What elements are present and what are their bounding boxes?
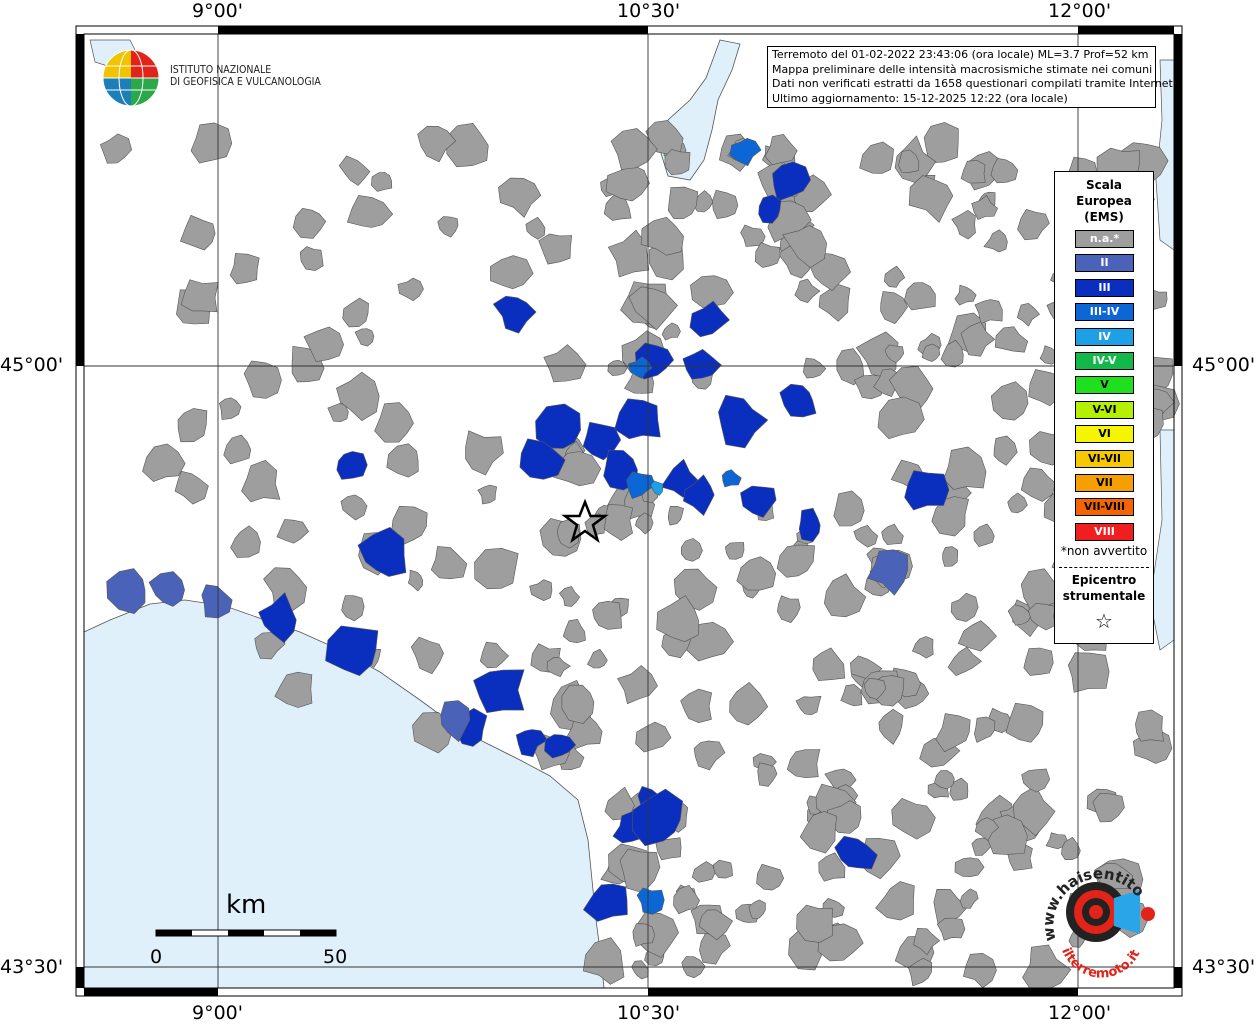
legend-title-2: Europea	[1076, 194, 1132, 208]
municipality-na	[1067, 652, 1110, 693]
municipality-iii-22	[904, 470, 950, 511]
legend-item-3: III-IV	[1075, 303, 1134, 322]
scale-unit: km	[226, 890, 267, 920]
municipality-na	[1135, 709, 1164, 742]
legend-epi-2: strumentale	[1062, 589, 1146, 603]
legend-item-12: VIII	[1075, 522, 1134, 541]
scale-end: 50	[323, 946, 348, 968]
svg-text:www.haisentito: www.haisentito	[1040, 870, 1148, 943]
lon-label-bottom-2: 10°30'	[617, 1002, 681, 1024]
municipality-na	[474, 547, 519, 590]
lat-label-left-2: 43°30'	[0, 956, 64, 978]
legend-title: Scala Europea (EMS)	[1055, 177, 1153, 225]
svg-text:ilterremoto.it: ilterremoto.it	[1058, 946, 1143, 980]
event-line-2: Mappa preliminare delle intensità macros…	[772, 62, 1153, 76]
logo-line-2: DI GEOFISICA E VULCANOLOGIA	[170, 76, 321, 88]
lat-label-right-1: 45°00'	[1192, 354, 1256, 376]
legend-item-9: VI-VII	[1075, 449, 1134, 468]
legend-item-8: VI	[1075, 425, 1134, 444]
legend-item-11: VII-VIII	[1075, 498, 1134, 517]
event-line-4: Ultimo aggiornamento: 15-12-2025 12:22 (…	[772, 91, 1068, 105]
logo-line-1: ISTITUTO NAZIONALE	[170, 64, 272, 76]
municipality-na	[664, 149, 691, 176]
event-line-1: Terremoto del 01-02-2022 23:43:06 (ora l…	[772, 48, 1149, 61]
legend-title-1: Scala	[1085, 178, 1123, 192]
legend-item-1: II	[1075, 254, 1134, 273]
lon-label-top-3: 12°00'	[1048, 0, 1112, 22]
lat-label-right-2: 43°30'	[1192, 956, 1256, 978]
municipality-na	[370, 172, 393, 192]
ingv-logo-text: ISTITUTO NAZIONALE DI GEOFISICA E VULCAN…	[170, 64, 321, 88]
lon-label-top-2: 10°30'	[617, 0, 681, 22]
legend-item-0: n.a.*	[1075, 230, 1134, 248]
legend-title-3: (EMS)	[1084, 210, 1124, 224]
legend-note: *non avvertito	[1060, 544, 1148, 558]
event-line-3: Dati non verificati estratti da 1658 que…	[772, 77, 1177, 90]
event-info-box: Terremoto del 01-02-2022 23:43:06 (ora l…	[767, 46, 1177, 108]
lon-label-bottom-3: 12°00'	[1048, 1002, 1112, 1024]
legend-item-4: IV	[1075, 327, 1134, 346]
scale-bar	[155, 929, 337, 937]
legend-item-6: V	[1075, 376, 1134, 395]
legend-item-2: III	[1075, 278, 1134, 297]
municipality-na	[724, 542, 745, 560]
municipality-na	[229, 253, 260, 285]
lat-label-left-1: 45°00'	[0, 354, 64, 376]
ems-legend: Scala Europea (EMS) n.a.* II III III-IV IV IV…	[1054, 171, 1154, 644]
hsit-logo-text: www.haisentito ilterremoto.it	[1040, 870, 1148, 980]
scale-start: 0	[150, 946, 163, 968]
municipality-na	[632, 923, 656, 947]
legend-separator	[1059, 567, 1149, 568]
municipality-na	[1023, 647, 1054, 676]
municipality-na	[942, 546, 959, 567]
legend-item-10: VII	[1075, 474, 1134, 492]
legend-item-5: IV-V	[1075, 352, 1134, 370]
legend-item-7: V-VI	[1075, 400, 1134, 419]
hsit-text-top: www.haisentito	[1040, 870, 1148, 943]
lon-label-bottom-1: 9°00'	[192, 1002, 243, 1024]
legend-epicenter-label: Epicentro strumentale	[1055, 572, 1153, 604]
legend-epi-1: Epicentro	[1071, 573, 1137, 587]
hsit-text-bottom: ilterremoto.it	[1058, 946, 1143, 980]
legend-star-icon: ☆	[1095, 609, 1113, 633]
lon-label-top-1: 9°00'	[192, 0, 243, 22]
ingv-globe-icon	[102, 49, 160, 107]
